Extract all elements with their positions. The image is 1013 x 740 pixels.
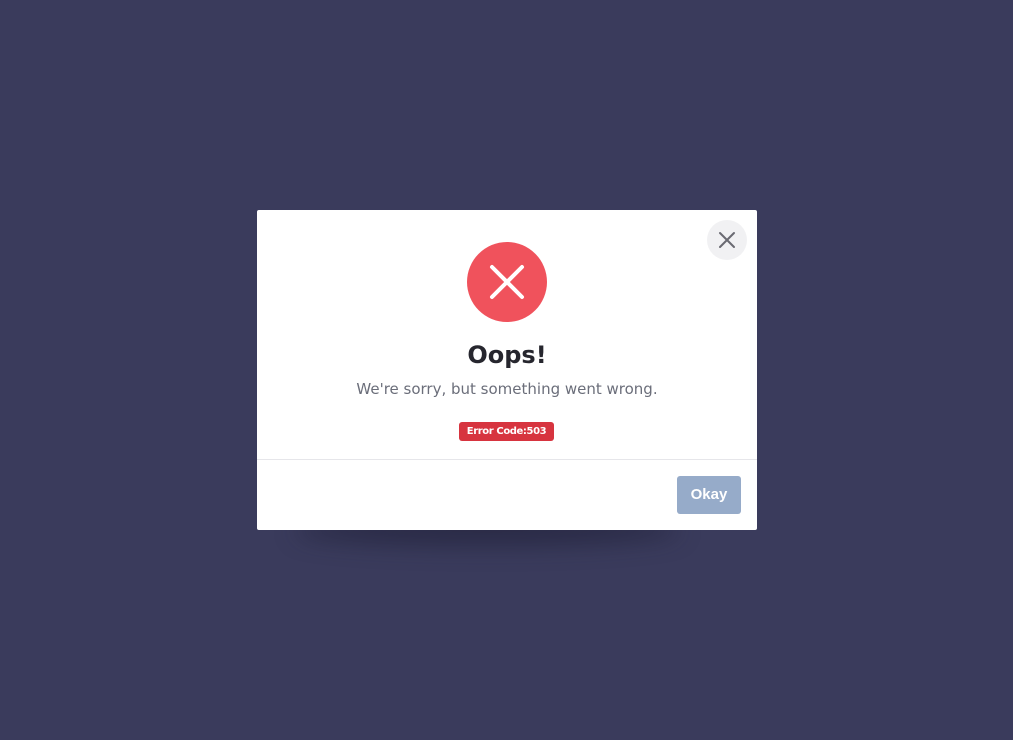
error-dialog: Oops! We're sorry, but something went wr… [257,210,757,530]
error-status-icon [467,242,547,322]
close-icon [719,232,735,248]
dialog-title: Oops! [467,341,547,369]
okay-button[interactable]: Okay [677,476,741,514]
dialog-message: We're sorry, but something went wrong. [356,380,658,398]
close-button[interactable] [707,220,747,260]
error-code-badge: Error Code:503 [459,422,554,441]
error-x-icon [490,265,524,299]
footer-divider [257,459,757,460]
